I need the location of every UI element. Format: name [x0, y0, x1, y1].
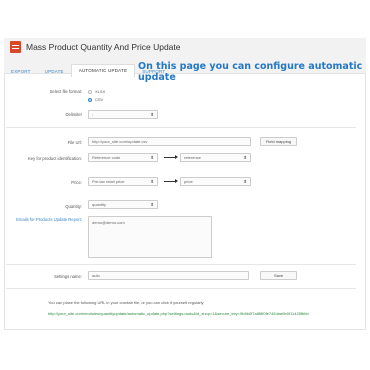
field-mapping-button[interactable]: Field mapping	[260, 137, 297, 146]
tab-export[interactable]: EXPORT	[4, 66, 38, 77]
arrow-right-icon	[164, 155, 178, 159]
delimiter-value: ;	[92, 112, 94, 117]
divider	[6, 264, 356, 265]
tab-update[interactable]: UPDATE	[38, 66, 71, 77]
file-url-value: http://your_site.com/update.csv	[92, 139, 148, 144]
price-source-value: Pre-tax retail price	[92, 179, 125, 184]
price-target-value: price	[184, 179, 193, 184]
key-label: Key for product identification:	[27, 156, 82, 161]
radio-checked-icon[interactable]	[88, 97, 92, 102]
format-option-xlsx[interactable]: XLSX	[88, 89, 105, 94]
price-target-select[interactable]: price	[180, 177, 251, 186]
format-option-label: XLSX	[95, 89, 106, 94]
emails-value: demo@demo.com	[92, 220, 125, 225]
key-source-select[interactable]: Reference code	[88, 153, 158, 162]
quantity-value: quantity	[92, 202, 107, 207]
emails-textarea[interactable]: demo@demo.com	[88, 216, 212, 258]
page-title: Mass Product Quantity And Price Update	[26, 42, 181, 52]
page-headline: On this page you can configure automatic…	[138, 61, 363, 83]
format-option-label: CSV	[95, 97, 104, 102]
settings-name-value: auto	[92, 273, 100, 278]
arrow-right-icon	[164, 179, 178, 183]
settings-name-input[interactable]: auto	[88, 271, 249, 280]
file-format-label: Select file format:	[49, 89, 82, 94]
key-target-select[interactable]: reference	[180, 153, 251, 162]
save-button[interactable]: Save	[260, 271, 297, 280]
module-header: Mass Product Quantity And Price Update	[10, 40, 181, 54]
delimiter-select[interactable]: ;	[88, 110, 158, 119]
divider	[6, 127, 356, 128]
file-url-label: File Url:	[67, 140, 82, 145]
radio-icon[interactable]	[88, 89, 92, 94]
file-url-input[interactable]: http://your_site.com/update.csv	[88, 137, 251, 146]
settings-name-label: Settings name:	[54, 274, 82, 279]
key-source-value: Reference code	[92, 155, 121, 160]
quantity-label: Quantity:	[65, 204, 82, 209]
emails-label: Emails for Products Update Report:	[16, 217, 82, 222]
module-logo-icon	[10, 41, 21, 53]
format-option-csv[interactable]: CSV	[88, 97, 103, 102]
cron-note: You can place the following URL in your …	[48, 300, 204, 305]
price-label: Price:	[71, 180, 82, 185]
quantity-select[interactable]: quantity	[88, 200, 158, 209]
tab-automatic-update[interactable]: AUTOMATIC UPDATE	[70, 64, 136, 77]
cron-url-link[interactable]: http://your_site.com/modules/quantityupd…	[48, 311, 328, 317]
divider	[6, 288, 356, 289]
price-source-select[interactable]: Pre-tax retail price	[88, 177, 158, 186]
delimiter-label: Delimiter	[65, 112, 82, 117]
key-target-value: reference	[184, 155, 201, 160]
